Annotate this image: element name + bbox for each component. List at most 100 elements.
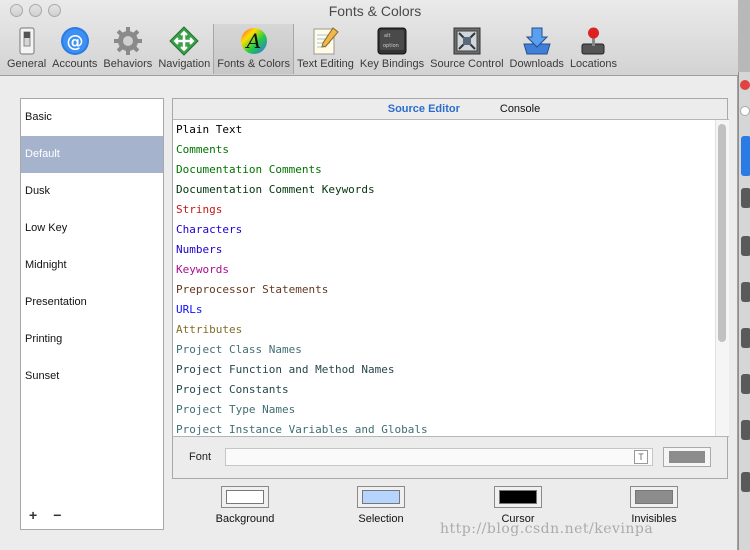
toolbar-accounts[interactable]: @ Accounts <box>49 24 100 74</box>
font-picker-button[interactable]: T <box>634 450 648 464</box>
joystick-icon <box>577 26 609 56</box>
avatar <box>741 236 750 256</box>
cursor-color-swatch <box>499 490 537 504</box>
theme-item-printing[interactable]: Printing <box>21 321 163 358</box>
background-window-circle-icon <box>740 106 750 116</box>
toolbar-locations[interactable]: Locations <box>567 24 620 74</box>
switch-icon <box>11 26 43 56</box>
toolbar-text-editing-label: Text Editing <box>297 58 354 70</box>
font-color-icon: A <box>238 26 270 56</box>
syntax-item[interactable]: Keywords <box>173 260 729 280</box>
font-label: Font <box>189 451 212 463</box>
toolbar-general-label: General <box>7 58 47 70</box>
theme-list: Basic Default Dusk Low Key Midnight Pres… <box>20 98 164 530</box>
syntax-item[interactable]: Project Function and Method Names <box>173 360 729 380</box>
background-window-close-icon <box>740 80 750 90</box>
selection-color-well[interactable] <box>357 486 405 508</box>
toolbar-text-editing[interactable]: Text Editing <box>294 24 357 74</box>
selection-label: Selection <box>358 513 404 525</box>
syntax-item[interactable]: Project Constants <box>173 380 729 400</box>
syntax-item[interactable]: Comments <box>173 140 729 160</box>
svg-text:A: A <box>244 29 260 53</box>
toolbar-behaviors-label: Behaviors <box>103 58 153 70</box>
syntax-item[interactable]: Attributes <box>173 320 729 340</box>
avatar <box>741 420 750 440</box>
avatar <box>741 472 750 492</box>
syntax-list: Plain Text Comments Documentation Comments… <box>173 119 729 437</box>
syntax-item[interactable]: Preprocessor Statements <box>173 280 729 300</box>
avatar <box>741 282 750 302</box>
syntax-item[interactable]: Documentation Comments <box>173 160 729 180</box>
invisibles-color-control: Invisibles <box>599 486 709 525</box>
toolbar-fonts-colors-label: Fonts & Colors <box>217 58 291 70</box>
avatar <box>741 188 750 208</box>
invisibles-color-swatch <box>635 490 673 504</box>
toolbar-fonts-colors[interactable]: A Fonts & Colors <box>213 24 295 74</box>
preferences-toolbar: General @ Accounts Behaviors Navigation <box>4 24 620 74</box>
toolbar-downloads[interactable]: Downloads <box>507 24 567 74</box>
svg-text:@: @ <box>66 32 83 52</box>
window-title: Fonts & Colors <box>328 3 422 19</box>
arrows-icon <box>168 26 200 56</box>
background-label: Background <box>215 513 275 525</box>
toolbar-general[interactable]: General <box>4 24 49 74</box>
toolbar-source-control[interactable]: Source Control <box>427 24 506 74</box>
theme-item-sunset[interactable]: Sunset <box>21 358 163 395</box>
font-field[interactable]: T <box>225 448 653 466</box>
theme-item-low-key[interactable]: Low Key <box>21 210 163 247</box>
font-color-well[interactable] <box>663 447 711 467</box>
theme-item-dusk[interactable]: Dusk <box>21 173 163 210</box>
selection-color-control: Selection <box>326 486 436 525</box>
theme-list-actions: + − <box>29 507 61 523</box>
theme-item-midnight[interactable]: Midnight <box>21 247 163 284</box>
svg-text:alt: alt <box>384 33 390 39</box>
background-color-well[interactable] <box>221 486 269 508</box>
source-control-icon <box>451 26 483 56</box>
syntax-item[interactable]: URLs <box>173 300 729 320</box>
cursor-color-control: Cursor <box>463 486 573 525</box>
font-row: Font T <box>173 447 729 469</box>
toolbar-accounts-label: Accounts <box>52 58 98 70</box>
editor-tabs: Source Editor Console <box>173 99 727 119</box>
theme-item-presentation[interactable]: Presentation <box>21 284 163 321</box>
syntax-item[interactable]: Documentation Comment Keywords <box>173 180 729 200</box>
tab-console[interactable]: Console <box>500 103 540 115</box>
toolbar-navigation[interactable]: Navigation <box>155 24 213 74</box>
preferences-window: Fonts & Colors General @ Accounts Behavi… <box>0 0 738 550</box>
syntax-item[interactable]: Project Type Names <box>173 400 729 420</box>
keyboard-key-icon: alt option <box>376 26 408 56</box>
syntax-item[interactable]: Characters <box>173 220 729 240</box>
cursor-color-well[interactable] <box>494 486 542 508</box>
toolbar-source-control-label: Source Control <box>430 58 504 70</box>
syntax-item[interactable]: Numbers <box>173 240 729 260</box>
scrollbar-thumb[interactable] <box>718 124 726 342</box>
pencil-paper-icon <box>309 26 341 56</box>
invisibles-color-well[interactable] <box>630 486 678 508</box>
gear-icon <box>112 26 144 56</box>
tab-source-editor[interactable]: Source Editor <box>388 103 460 115</box>
toolbar-behaviors[interactable]: Behaviors <box>100 24 155 74</box>
background-color-control: Background <box>190 486 300 525</box>
syntax-item[interactable]: Project Class Names <box>173 340 729 360</box>
font-color-swatch <box>669 451 705 463</box>
syntax-item[interactable]: Plain Text <box>173 120 729 140</box>
titlebar: Fonts & Colors General @ Accounts Behavi… <box>0 0 738 76</box>
watermark-text: http://blog.csdn.net/kevinpa <box>440 521 654 537</box>
toolbar-downloads-label: Downloads <box>509 58 564 70</box>
download-icon <box>521 26 553 56</box>
background-color-swatch <box>226 490 264 504</box>
theme-item-basic[interactable]: Basic <box>21 99 163 136</box>
scrollbar-track[interactable] <box>715 120 729 436</box>
toolbar-locations-label: Locations <box>569 58 618 70</box>
avatar <box>741 328 750 348</box>
toolbar-navigation-label: Navigation <box>158 58 211 70</box>
background-window-edge <box>738 72 750 550</box>
syntax-item[interactable]: Strings <box>173 200 729 220</box>
theme-item-default[interactable]: Default <box>21 136 163 173</box>
toolbar-key-bindings[interactable]: alt option Key Bindings <box>357 24 427 74</box>
remove-theme-button[interactable]: − <box>53 507 61 523</box>
add-theme-button[interactable]: + <box>29 507 37 523</box>
toolbar-key-bindings-label: Key Bindings <box>359 58 425 70</box>
syntax-item[interactable]: Project Instance Variables and Globals <box>173 420 729 436</box>
fonts-colors-panel: Source Editor Console Plain Text Comments… <box>172 98 729 479</box>
